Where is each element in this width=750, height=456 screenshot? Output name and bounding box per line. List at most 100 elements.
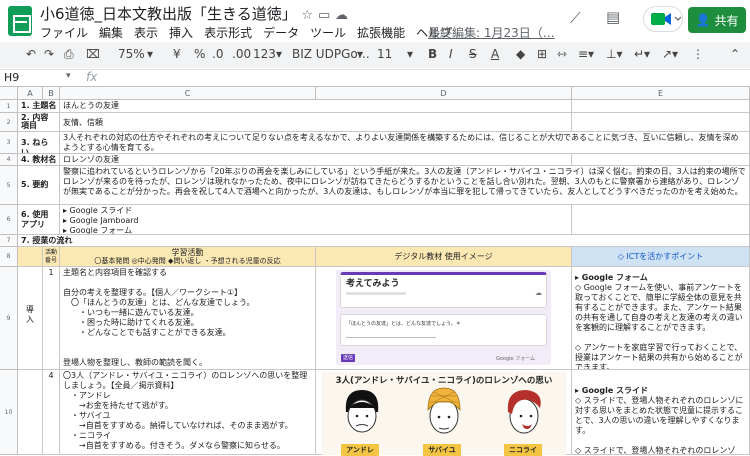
print-icon[interactable]: ⎙ [64, 47, 74, 62]
menu-extensions[interactable]: 拡張機能 [357, 24, 405, 41]
redo-icon[interactable]: ↷ [44, 47, 54, 61]
row-header-9[interactable]: 9 [0, 267, 18, 370]
italic-button[interactable]: I [449, 47, 453, 61]
trend-icon[interactable]: ⟋ [570, 9, 581, 27]
menu-tools[interactable]: ツール [310, 24, 346, 41]
cell-c5[interactable]: 警察に追われているというロレンゾから「20年ぶりの再会を楽しみにしている」という… [60, 166, 750, 205]
undo-icon[interactable]: ↶ [26, 47, 36, 61]
app-item-jamboard: ▸ Google Jamboard [63, 216, 139, 225]
cell-a6[interactable]: 6. 使用 アプリ [18, 205, 60, 235]
col-header-c[interactable]: C [60, 87, 316, 100]
percent-button[interactable]: % [194, 47, 205, 61]
bold-button[interactable]: B [428, 47, 437, 61]
cell-c8[interactable]: 学習活動 〇基本発問 ◎中心発問 ◆問い返し ・予想される児童の反応 [60, 247, 316, 267]
cell-e4[interactable] [572, 154, 750, 166]
cell-a10[interactable] [18, 370, 43, 455]
cell-c10[interactable]: 〇3人（アンドレ・サバイユ・ニコライ）のロレンゾへの思いを整理しましょう。【全員… [60, 370, 316, 455]
formats-chevron-icon[interactable]: ▾ [276, 47, 282, 61]
paint-format-icon[interactable]: ⌧ [86, 47, 100, 61]
menu-view[interactable]: 表示 [134, 24, 158, 41]
sheets-logo[interactable] [8, 6, 32, 36]
cell-c1[interactable]: ほんとうの友達 [60, 100, 572, 113]
cell-e10[interactable]: ▸ Google スライド ◇ スライドで、登場人物それぞれのロレンゾに対する思… [572, 370, 750, 455]
menu-format[interactable]: 表示形式 [204, 24, 252, 41]
col-header-a[interactable]: A [18, 87, 43, 100]
row-header-4[interactable]: 4 [0, 154, 18, 166]
cell-b8[interactable]: 活動 番号 [43, 247, 60, 267]
cell-d8[interactable]: デジタル教材 使用イメージ [316, 247, 572, 267]
cell-c6[interactable]: ▸ Google スライド ▸ Google Jamboard ▸ Google… [60, 205, 572, 235]
borders-icon[interactable]: ⊞ [537, 47, 547, 61]
zoom-chevron-icon[interactable]: ▾ [147, 47, 153, 61]
col-header-b[interactable]: B [43, 87, 60, 100]
cell-a4[interactable]: 4. 教材名 [18, 154, 60, 166]
zoom-select[interactable]: 75% [118, 47, 145, 61]
cell-e9[interactable]: ▸ Google フォーム ◇ Google フォームを使い、事前アンケートを取… [572, 267, 750, 370]
ict-app-name: ▸ Google フォーム [575, 273, 648, 282]
cell-b10[interactable]: 4 [43, 370, 60, 455]
row-header-1[interactable]: 1 [0, 100, 18, 113]
row-header-6[interactable]: 6 [0, 205, 18, 235]
more-toolbar-icon[interactable]: ⋮ [692, 47, 704, 61]
col-header-d[interactable]: D [316, 87, 572, 100]
cell-a9[interactable]: 導 入 [18, 267, 43, 370]
align-vertical-icon[interactable]: ⊥▾ [606, 47, 622, 61]
text-color-button[interactable]: A [491, 47, 499, 61]
cell-c2[interactable]: 友情、信頼 [60, 113, 572, 132]
cell-e1[interactable] [572, 100, 750, 113]
select-all-corner[interactable] [0, 87, 18, 100]
font-chevron-icon[interactable]: ▾ [357, 47, 363, 61]
merge-cells-icon[interactable]: ⇿ [557, 47, 567, 61]
meet-button[interactable] [643, 6, 683, 32]
cell-e2[interactable] [572, 113, 750, 132]
row-header-10[interactable]: 10 [0, 370, 18, 455]
text-wrap-icon[interactable]: ↵▾ [634, 47, 650, 61]
last-edit-link[interactable]: 最終編集: 1月23日（… [428, 24, 555, 41]
row-header-8[interactable]: 8 [0, 247, 18, 267]
row-header-2[interactable]: 2 [0, 113, 18, 132]
name-box[interactable]: H9 [4, 71, 19, 84]
col-header-e[interactable]: E [572, 87, 750, 100]
activity-line: ・いつも一緒に遊んでいる友達。 [63, 308, 199, 317]
row-header-7[interactable]: 7 [0, 235, 18, 247]
cell-a2[interactable]: 2. 内容 項目 [18, 113, 60, 132]
cell-c9[interactable]: 主題名と内容項目を確認する 自分の考えを整理する。【個人／ワークシート①】 〇「… [60, 267, 316, 370]
cell-a8[interactable] [18, 247, 43, 267]
activity-line [63, 278, 312, 288]
font-size-chevron-icon[interactable]: ▾ [407, 47, 413, 61]
share-button[interactable]: 👤 共有 [688, 7, 746, 33]
row-header-3[interactable]: 3 [0, 132, 18, 154]
currency-button[interactable]: ¥ [173, 47, 181, 61]
cell-a5[interactable]: 5. 要約 [18, 166, 60, 205]
star-icon[interactable]: ☆ [302, 8, 314, 23]
align-horizontal-icon[interactable]: ≡▾ [578, 47, 594, 61]
name-box-chevron-icon[interactable]: ▾ [66, 71, 71, 81]
text-rotate-icon[interactable]: ↗▾ [662, 47, 678, 61]
cell-e8[interactable]: ◇ ICTを活かすポイント [572, 247, 750, 267]
menu-insert[interactable]: 挿入 [169, 24, 193, 41]
cell-c3[interactable]: 3人それぞれの対応の仕方やそれぞれの考えについて足りない点を考えるなかで、よりよ… [60, 132, 750, 154]
cell-c4[interactable]: ロレンゾの友達 [60, 154, 572, 166]
cell-b9[interactable]: 1 [43, 267, 60, 370]
cell-a1[interactable]: 1. 主題名 [18, 100, 60, 113]
app-item-slides: ▸ Google スライド [63, 206, 133, 215]
increase-decimal-button[interactable]: .00 [232, 47, 251, 61]
menu-edit[interactable]: 編集 [99, 24, 123, 41]
row-header-5[interactable]: 5 [0, 166, 18, 205]
font-size-select[interactable]: 11 [377, 47, 392, 61]
decrease-decimal-button[interactable]: .0 [212, 47, 223, 61]
more-formats-button[interactable]: 123 [253, 47, 276, 61]
cell-a7[interactable]: 7. 授業の流れ [18, 235, 750, 247]
collapse-menu-icon[interactable]: ⌃ [730, 47, 740, 61]
cell-a3[interactable]: 3. ねらい [18, 132, 60, 154]
comment-icon[interactable]: ▤ [606, 8, 620, 26]
menu-file[interactable]: ファイル [40, 24, 88, 41]
cell-e6[interactable] [572, 205, 750, 235]
strikethrough-button[interactable]: S [469, 47, 477, 61]
formula-input[interactable] [104, 70, 744, 86]
fill-color-icon[interactable]: ◆ [516, 47, 525, 61]
move-folder-icon[interactable]: ▭ [318, 8, 330, 23]
menu-data[interactable]: データ [263, 24, 299, 41]
nikolai-illustration [507, 390, 541, 434]
doc-title[interactable]: 小6道徳_日本文教出版「生きる道徳」 ☆ ▭ ☁ [40, 3, 348, 24]
